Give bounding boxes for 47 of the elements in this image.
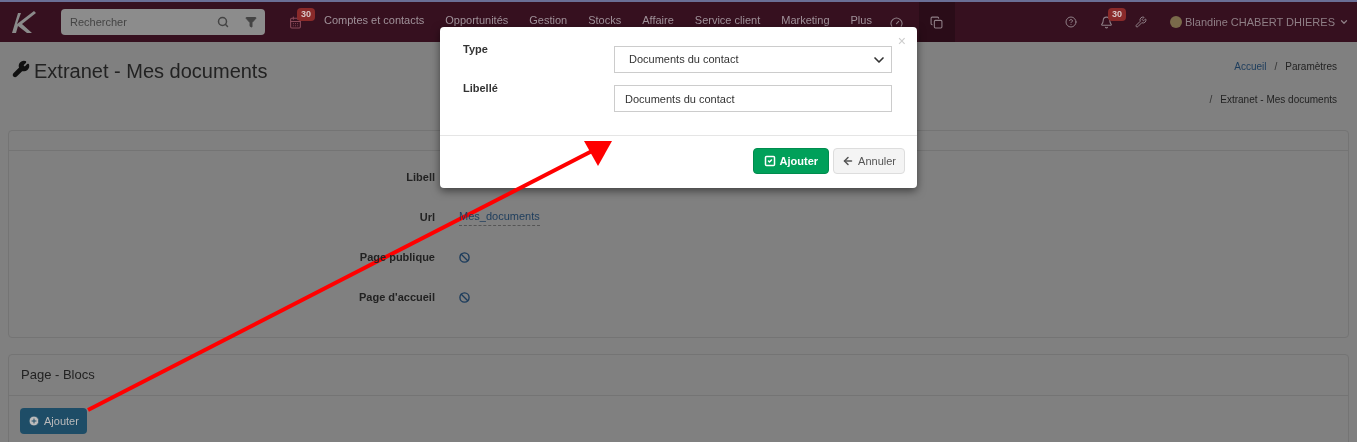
arrow-left-icon [842,155,855,167]
nav-menu-item[interactable]: Opportunités [445,13,509,27]
form-label: Type [462,42,489,57]
add-block-button[interactable]: Ajouter [20,408,87,434]
search-field[interactable]: Rechercher [61,9,209,35]
field-label: Page d'accueil [359,289,435,305]
check-square-icon [763,155,776,167]
avatar [1170,16,1182,28]
caret-icon [1339,17,1349,27]
nav-menu-item[interactable]: Marketing [781,13,830,27]
field-label: Libell [406,169,435,185]
wrench-icon [12,60,30,78]
add-button[interactable]: Ajouter [752,148,830,174]
nav-menu-item[interactable]: Stocks [588,13,622,27]
cancel-button[interactable]: Annuler [833,148,905,174]
ban-icon[interactable] [459,291,470,303]
type-select[interactable]: Documents du contact [614,46,892,73]
nav-menu-item[interactable]: Plus [850,13,872,27]
windows-icon [930,15,944,29]
field-label: Url [419,209,435,225]
nav-menu-item[interactable]: Affaire [642,13,674,27]
plus-circle-icon [28,415,40,427]
count-badge: 30 [1108,7,1126,21]
breadcrumb-item: Paramètres [1285,60,1337,74]
field-label: Page publique [359,249,435,265]
filter-icon [245,16,257,28]
nav-menu-item[interactable]: Gestion [529,13,568,27]
label-input[interactable]: Documents du contact [614,85,892,112]
nav-menu-item[interactable]: Service client [694,13,761,27]
breadcrumb-separator: / [1274,60,1278,74]
bell-icon[interactable] [1100,15,1113,29]
ban-icon[interactable] [459,251,470,263]
dashboard-icon[interactable] [889,15,903,29]
count-badge: 30 [297,7,315,21]
search-icon [217,16,229,28]
form-label: Libellé [462,81,499,96]
nav-menu-item[interactable]: Comptes et contacts [324,13,425,27]
windows-tile[interactable] [918,2,955,42]
page-title: Extranet - Mes documents [34,59,268,84]
panel-title: Page - Blocs [21,366,95,385]
breadcrumb-item: Extranet - Mes documents [1220,93,1337,107]
user-menu[interactable]: Blandine CHABERT DHIERES [1185,13,1349,31]
help-icon[interactable] [1065,16,1077,28]
calendar-icon[interactable] [289,15,302,29]
wrench-icon[interactable] [1135,16,1147,28]
filter-button[interactable] [237,9,265,35]
breadcrumb-separator: / [1209,93,1213,107]
